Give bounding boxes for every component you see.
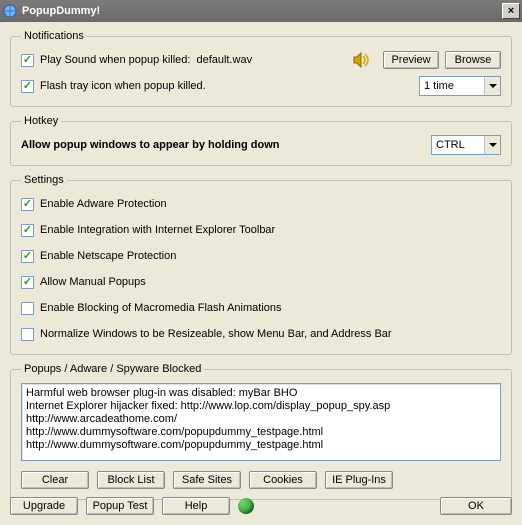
settings-item: Enable Adware Protection [21,194,501,214]
popup-test-button[interactable]: Popup Test [86,497,154,515]
close-button[interactable]: × [502,3,520,19]
log-line: http://www.dummysoftware.com/popupdummy_… [26,426,496,439]
blocked-group: Popups / Adware / Spyware Blocked Harmfu… [10,363,512,500]
settings-item: Enable Integration with Internet Explore… [21,220,501,240]
log-line: http://www.arcadeathome.com/ [26,413,496,426]
settings-checkbox[interactable] [21,250,34,263]
browse-button[interactable]: Browse [445,51,501,69]
flash-times-select[interactable]: 1 time [419,76,501,96]
blocked-log[interactable]: Harmful web browser plug-in was disabled… [21,383,501,461]
sound-file-value: default.wav [196,54,252,66]
settings-label: Enable Blocking of Macromedia Flash Anim… [40,302,282,314]
log-line: Harmful web browser plug-in was disabled… [26,387,496,400]
app-icon [2,3,18,19]
bottom-toolbar: Upgrade Popup Test Help OK [10,497,512,515]
globe-icon[interactable] [238,498,254,514]
client-area: Notifications Play Sound when popup kill… [0,22,522,525]
hotkey-legend: Hotkey [21,115,61,127]
hotkey-group: Hotkey Allow popup windows to appear by … [10,115,512,166]
ie-plugins-button[interactable]: IE Plug-Ins [325,471,393,489]
settings-checkbox[interactable] [21,198,34,211]
play-sound-label: Play Sound when popup killed: [40,54,190,66]
clear-button[interactable]: Clear [21,471,89,489]
preview-button[interactable]: Preview [383,51,439,69]
hotkey-label: Allow popup windows to appear by holding… [21,139,279,151]
log-line: http://www.dummysoftware.com/popupdummy_… [26,439,496,452]
notifications-legend: Notifications [21,30,87,42]
window-title: PopupDummy! [22,5,502,17]
play-sound-checkbox[interactable] [21,54,34,67]
settings-label: Enable Netscape Protection [40,250,176,262]
hotkey-value: CTRL [436,139,484,151]
block-list-button[interactable]: Block List [97,471,165,489]
blocked-legend: Popups / Adware / Spyware Blocked [21,363,204,375]
log-line: Internet Explorer hijacker fixed: http:/… [26,400,496,413]
settings-checkbox[interactable] [21,302,34,315]
settings-label: Enable Integration with Internet Explore… [40,224,275,236]
flash-tray-checkbox[interactable] [21,80,34,93]
settings-label: Normalize Windows to be Resizeable, show… [40,328,392,340]
settings-legend: Settings [21,174,67,186]
chevron-down-icon [484,77,500,95]
cookies-button[interactable]: Cookies [249,471,317,489]
help-button[interactable]: Help [162,497,230,515]
settings-checkbox[interactable] [21,276,34,289]
flash-tray-label: Flash tray icon when popup killed. [40,80,206,92]
notifications-group: Notifications Play Sound when popup kill… [10,30,512,107]
settings-label: Enable Adware Protection [40,198,167,210]
settings-item: Normalize Windows to be Resizeable, show… [21,324,501,344]
close-icon: × [508,6,514,17]
chevron-down-icon [484,136,500,154]
settings-item: Enable Netscape Protection [21,246,501,266]
speaker-icon [353,52,371,68]
flash-times-value: 1 time [424,80,484,92]
ok-button[interactable]: OK [440,497,512,515]
upgrade-button[interactable]: Upgrade [10,497,78,515]
settings-item: Enable Blocking of Macromedia Flash Anim… [21,298,501,318]
settings-label: Allow Manual Popups [40,276,146,288]
settings-checkbox[interactable] [21,224,34,237]
safe-sites-button[interactable]: Safe Sites [173,471,241,489]
settings-group: Settings Enable Adware Protection Enable … [10,174,512,355]
settings-item: Allow Manual Popups [21,272,501,292]
titlebar: PopupDummy! × [0,0,522,22]
hotkey-select[interactable]: CTRL [431,135,501,155]
settings-checkbox[interactable] [21,328,34,341]
